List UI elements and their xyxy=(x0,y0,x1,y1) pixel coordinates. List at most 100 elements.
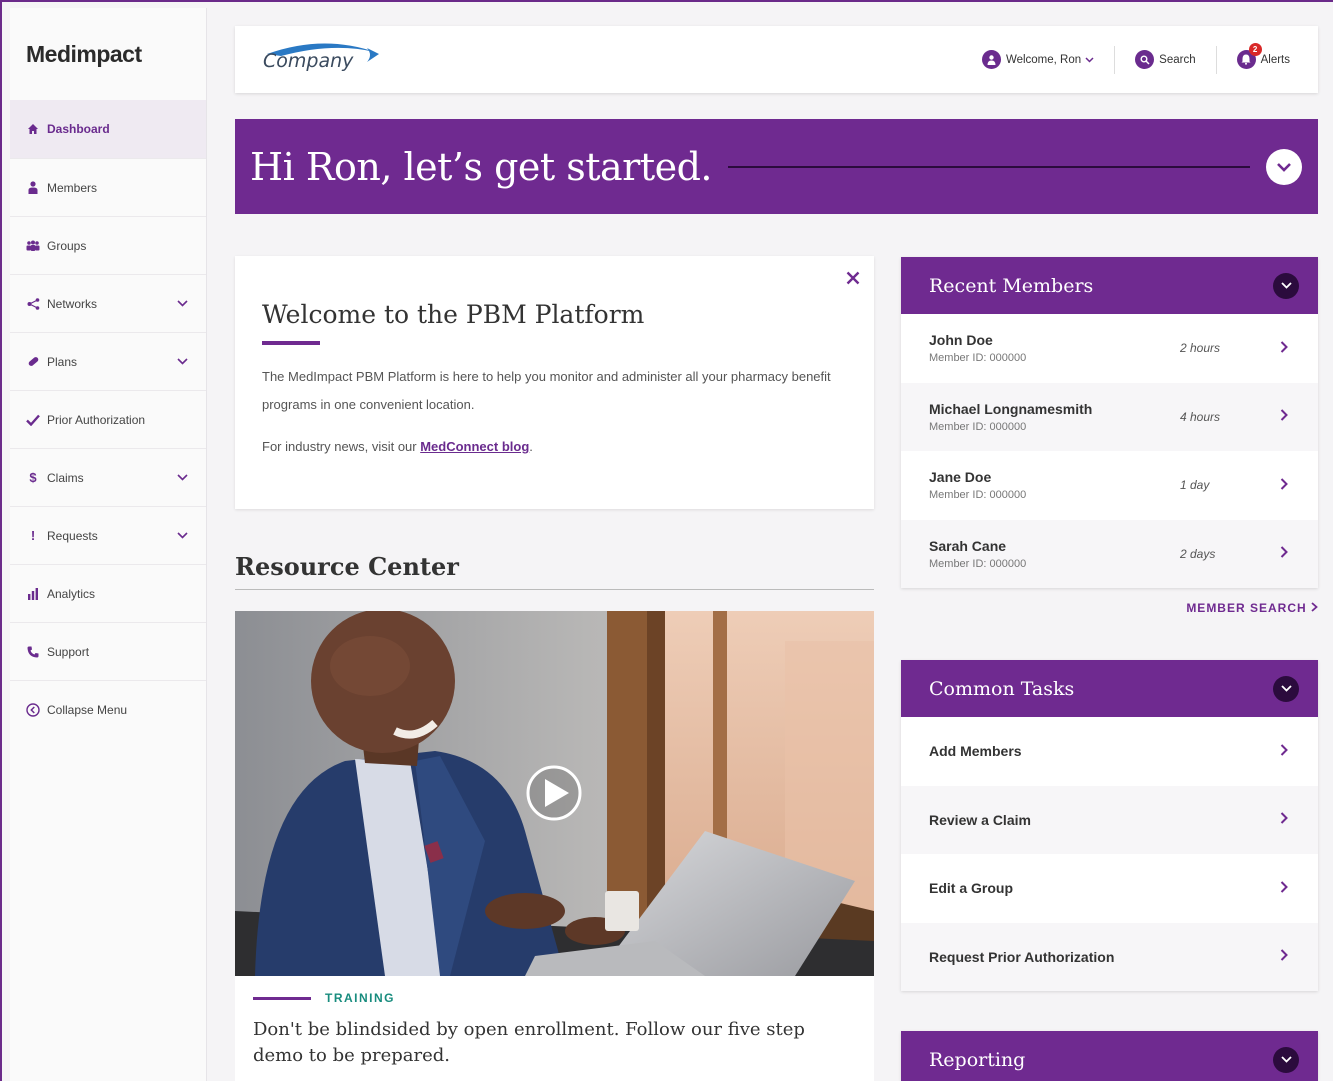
task-label: Request Prior Authorization xyxy=(929,948,1115,965)
person-icon xyxy=(26,181,40,195)
welcome-body: The MedImpact PBM Platform is here to he… xyxy=(262,369,831,412)
hero-greeting: Hi Ron, let’s get started. xyxy=(250,144,712,189)
recent-members-panel: Recent Members John Doe Member ID: 00000… xyxy=(901,257,1318,588)
sidebar-item-label: Networks xyxy=(47,296,98,311)
chevron-down-icon[interactable] xyxy=(177,298,188,310)
chevron-down-icon[interactable] xyxy=(177,472,188,484)
sidebar-item-plans[interactable]: Plans xyxy=(10,332,206,390)
list-item[interactable]: John Doe Member ID: 000000 2 hours xyxy=(901,314,1318,383)
user-menu[interactable]: Welcome, Ron xyxy=(962,46,1114,74)
panel-collapse-button[interactable] xyxy=(1273,675,1299,702)
sidebar-item-dashboard[interactable]: Dashboard xyxy=(10,100,206,158)
common-tasks-header: Common Tasks xyxy=(901,660,1318,717)
chevron-right-icon[interactable] xyxy=(1280,811,1288,828)
company-logo-text: Company xyxy=(263,49,354,72)
list-item[interactable]: Michael Longnamesmith Member ID: 000000 … xyxy=(901,382,1318,451)
search-button[interactable]: Search xyxy=(1114,45,1215,74)
hero-expand-button[interactable] xyxy=(1266,148,1302,185)
list-item[interactable]: Jane Doe Member ID: 000000 1 day xyxy=(901,451,1318,520)
sidebar-item-claims[interactable]: $ Claims xyxy=(10,448,206,506)
sidebar-item-support[interactable]: Support xyxy=(10,622,206,680)
task-label: Review a Claim xyxy=(929,811,1031,828)
group-icon xyxy=(26,239,40,253)
task-add-members[interactable]: Add Members xyxy=(901,717,1318,786)
tag-label: TRAINING xyxy=(325,991,395,1005)
user-icon xyxy=(981,50,1001,69)
chevron-down-icon xyxy=(1280,685,1292,692)
chevron-down-icon xyxy=(1280,1056,1292,1063)
resource-tag: TRAINING xyxy=(253,991,856,1005)
member-search-link[interactable]: MEMBER SEARCH xyxy=(1100,601,1318,615)
chevron-right-icon[interactable] xyxy=(1280,545,1288,562)
sidebar-item-members[interactable]: Members xyxy=(10,158,206,216)
task-request-prior-authorization[interactable]: Request Prior Authorization xyxy=(901,922,1318,991)
close-icon[interactable] xyxy=(846,268,860,291)
news-suffix: . xyxy=(529,439,533,454)
home-icon xyxy=(26,122,40,136)
phone-icon xyxy=(26,645,40,659)
welcome-title: Welcome to the PBM Platform xyxy=(262,300,645,329)
search-icon xyxy=(1135,50,1155,69)
medconnect-blog-link[interactable]: MedConnect blog xyxy=(420,439,529,454)
alerts-label: Alerts xyxy=(1260,53,1290,66)
medimpact-logo[interactable]: Medimpact xyxy=(10,8,206,100)
sidebar-item-requests[interactable]: ! Requests xyxy=(10,506,206,564)
chevron-right-icon[interactable] xyxy=(1280,340,1288,357)
chevron-right-icon[interactable] xyxy=(1280,477,1288,494)
dollar-icon: $ xyxy=(29,470,37,485)
chevron-down-icon[interactable] xyxy=(177,530,188,542)
alerts-button[interactable]: 2 Alerts xyxy=(1215,43,1292,74)
pill-icon xyxy=(26,355,40,369)
chevron-right-icon[interactable] xyxy=(1280,948,1288,965)
sidebar-item-collapse-menu[interactable]: Collapse Menu xyxy=(10,680,206,738)
share-icon xyxy=(26,297,40,311)
panel-collapse-button[interactable] xyxy=(1273,1046,1299,1073)
chevron-down-icon xyxy=(1277,162,1291,172)
video-scene-image xyxy=(235,611,874,976)
member-name: John Doe xyxy=(929,332,993,349)
recent-members-list: John Doe Member ID: 000000 2 hours Micha… xyxy=(901,314,1318,588)
reporting-header: Reporting xyxy=(901,1031,1318,1081)
task-review-claim[interactable]: Review a Claim xyxy=(901,785,1318,854)
resource-center-title: Resource Center xyxy=(235,552,874,590)
panel-title: Common Tasks xyxy=(929,677,1075,700)
chevron-down-icon xyxy=(1085,54,1094,66)
resource-description: Don't be blindsided by open enrollment. … xyxy=(253,1019,805,1066)
reporting-panel: Reporting xyxy=(901,1031,1318,1081)
sidebar-item-analytics[interactable]: Analytics xyxy=(10,564,206,622)
member-last-viewed: 1 day xyxy=(1180,478,1210,493)
chevron-right-icon[interactable] xyxy=(1280,408,1288,425)
sidebar-item-label: Plans xyxy=(47,354,78,369)
training-video-thumbnail[interactable] xyxy=(235,611,874,976)
chevron-down-icon xyxy=(1280,282,1292,289)
tag-accent-bar xyxy=(253,996,311,1000)
sidebar-item-label: Groups xyxy=(47,238,87,253)
task-edit-group[interactable]: Edit a Group xyxy=(901,854,1318,923)
sidebar-item-label: Analytics xyxy=(47,586,96,601)
bar-chart-icon xyxy=(26,587,40,601)
chevron-down-icon[interactable] xyxy=(177,356,188,368)
hero-banner: Hi Ron, let’s get started. xyxy=(235,119,1318,214)
panel-collapse-button[interactable] xyxy=(1273,272,1299,299)
member-info: Michael Longnamesmith Member ID: 000000 xyxy=(929,401,1180,433)
resource-card[interactable]: TRAINING Don't be blindsided by open enr… xyxy=(235,976,874,1081)
list-item[interactable]: Sarah Cane Member ID: 000000 2 days xyxy=(901,519,1318,588)
search-label: Search xyxy=(1159,53,1196,66)
panel-title: Recent Members xyxy=(929,274,1094,297)
chevron-right-icon[interactable] xyxy=(1280,743,1288,760)
sidebar-item-label: Requests xyxy=(47,528,98,543)
welcome-label: Welcome, Ron xyxy=(1005,53,1082,66)
sidebar-item-groups[interactable]: Groups xyxy=(10,216,206,274)
chevron-right-icon[interactable] xyxy=(1280,880,1288,897)
top-header: Company Welcome, Ron Search 2 Alerts xyxy=(235,26,1318,93)
member-last-viewed: 2 days xyxy=(1180,546,1216,561)
common-tasks-panel: Common Tasks Add Members Review a Claim … xyxy=(901,660,1318,991)
sidebar-item-prior-authorization[interactable]: Prior Authorization xyxy=(10,390,206,448)
sidebar-item-networks[interactable]: Networks xyxy=(10,274,206,332)
task-label: Edit a Group xyxy=(929,880,1013,897)
sidebar-item-label: Claims xyxy=(47,470,84,485)
company-logo[interactable]: Company xyxy=(263,40,393,80)
alerts-count-badge: 2 xyxy=(1248,43,1262,56)
news-line: For industry news, visit our MedConnect … xyxy=(262,433,846,461)
member-id: Member ID: 000000 xyxy=(929,420,1027,433)
